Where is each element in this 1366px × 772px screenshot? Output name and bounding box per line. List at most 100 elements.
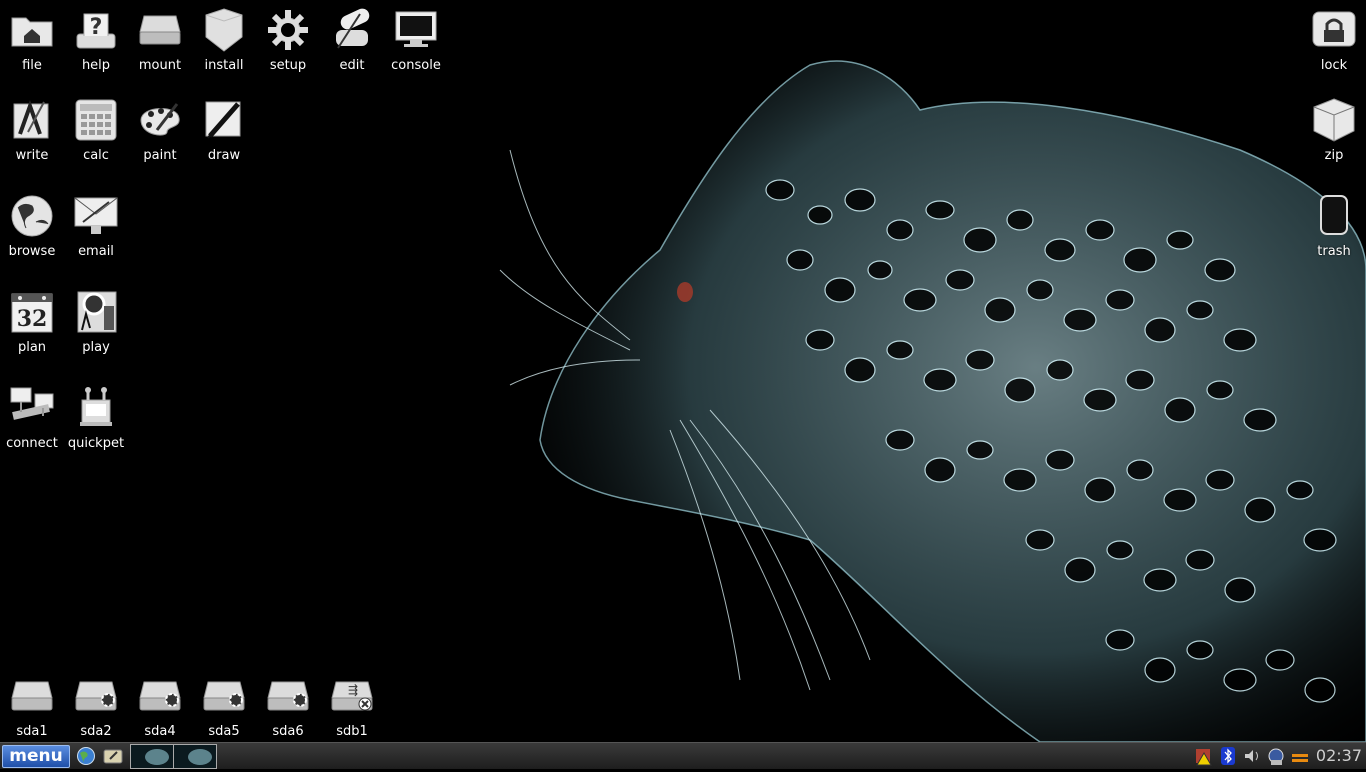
drive-icon	[136, 6, 184, 54]
desktop-icon-sda6[interactable]: sda6	[256, 666, 320, 742]
desktop-icon-label: quickpet	[67, 436, 125, 451]
desktop-icon-label: sda1	[16, 724, 48, 739]
volume-icon[interactable]	[1242, 745, 1262, 767]
desktop-icon-label: sda2	[80, 724, 112, 739]
help-icon: ?	[72, 6, 120, 54]
wallpaper-leopard	[499, 60, 1366, 742]
desktop-icon-paint[interactable]: paint	[128, 90, 192, 174]
wallpaper-spot	[1304, 677, 1336, 703]
wallpaper-spot	[1186, 640, 1214, 660]
wallpaper-spot	[807, 205, 833, 225]
desktop-icon-label: calc	[83, 148, 109, 163]
desktop-icon-lock[interactable]: lock	[1302, 0, 1366, 84]
desktop-icon-label: play	[82, 340, 110, 355]
warning-icon[interactable]	[1194, 745, 1214, 767]
desktop-icon-label: paint	[143, 148, 177, 163]
wallpaper-spot	[1106, 540, 1134, 560]
wallpaper-spot	[1105, 629, 1135, 651]
desktop-icon-draw[interactable]: draw	[192, 90, 256, 174]
clock[interactable]: 02:37	[1316, 745, 1362, 767]
desktop-icon-file[interactable]: file	[0, 0, 64, 84]
wallpaper-spot	[1265, 649, 1295, 671]
wallpaper-spot	[945, 269, 975, 291]
wallpaper-spot	[1026, 279, 1054, 301]
desktop: file? help mount install setup edit console wri…	[0, 0, 1366, 742]
taskbar-window-1[interactable]	[130, 744, 174, 769]
desktop-icon-calc[interactable]: calc	[64, 90, 128, 174]
desktop-icon-trash[interactable]: trash	[1302, 186, 1366, 270]
desktop-icon-sda5[interactable]: sda5	[192, 666, 256, 742]
desktop-icon-label: connect	[6, 436, 58, 451]
wallpaper-spot	[1143, 568, 1177, 592]
wallpaper-spot	[885, 429, 915, 451]
media-player-icon	[72, 288, 120, 336]
zip-box-icon	[1310, 96, 1358, 144]
desktop-icon-zip[interactable]: zip	[1302, 90, 1366, 174]
desktop-icon-edit[interactable]: edit	[320, 0, 384, 84]
desktop-icon-sda4[interactable]: sda4	[128, 666, 192, 742]
desktop-icon-label: help	[81, 58, 111, 73]
wallpaper-spot	[1144, 657, 1176, 683]
desktop-icon-label: mount	[138, 58, 182, 73]
desktop-icon-label: sda4	[144, 724, 176, 739]
wallpaper-spot	[984, 297, 1016, 323]
write-icon	[8, 96, 56, 144]
wallpaper-spot	[1223, 668, 1257, 692]
wallpaper-spot	[1006, 209, 1034, 231]
battery-icon[interactable]	[1290, 745, 1310, 767]
wallpaper-spot	[1046, 359, 1074, 381]
wallpaper-spot	[1205, 469, 1235, 491]
svg-text:⇶: ⇶	[348, 683, 358, 697]
desktop-icon-connect[interactable]: connect	[0, 378, 64, 462]
desktop-icon-play[interactable]: play	[64, 282, 128, 366]
desktop-icon-label: zip	[1324, 148, 1344, 163]
wallpaper-spot	[963, 227, 997, 253]
wallpaper-spot	[1164, 397, 1196, 423]
wallpaper-spot	[1186, 300, 1214, 320]
desktop-icon-install[interactable]: install	[192, 0, 256, 84]
wallpaper-spot	[824, 277, 856, 303]
wallpaper-spot	[1025, 529, 1055, 551]
desktop-icon-label: sda5	[208, 724, 240, 739]
desktop-icon-label: setup	[269, 58, 307, 73]
desktop-icon-browse[interactable]: browse	[0, 186, 64, 270]
folder-home-icon	[8, 6, 56, 54]
email-icon	[72, 192, 120, 240]
desktop-icon-console[interactable]: console	[384, 0, 448, 84]
desktop-icon-sda2[interactable]: sda2	[64, 666, 128, 742]
wallpaper-spot	[1044, 238, 1076, 262]
wallpaper-spot	[1185, 549, 1215, 571]
desktop-icon-label: trash	[1317, 244, 1351, 259]
desktop-icon-label: install	[204, 58, 244, 73]
menu-button[interactable]: menu	[2, 745, 70, 768]
network-status-icon[interactable]	[1266, 745, 1286, 767]
edit-quill-icon	[328, 6, 376, 54]
wallpaper-spot	[1045, 449, 1075, 471]
desktop-icon-help[interactable]: ? help	[64, 0, 128, 84]
calendar-day-label: 32	[17, 306, 48, 332]
desktop-icon-label: sda6	[272, 724, 304, 739]
wallpaper-spot	[1243, 408, 1277, 432]
bluetooth-icon[interactable]	[1218, 745, 1238, 767]
desktop-icon-sdb1[interactable]: ⇶ sdb1	[320, 666, 384, 742]
desktop-icon-setup[interactable]: setup	[256, 0, 320, 84]
quickpet-icon	[72, 384, 120, 432]
wallpaper-spot	[925, 200, 955, 220]
browser-launcher-icon[interactable]	[75, 746, 97, 766]
desktop-icon-quickpet[interactable]: quickpet	[64, 378, 128, 462]
desktop-icon-plan[interactable]: 32 plan	[0, 282, 64, 366]
wallpaper-spot	[1166, 230, 1194, 250]
file-manager-launcher-icon[interactable]	[102, 746, 124, 766]
desktop-icon-write[interactable]: write	[0, 90, 64, 174]
desktop-icon-mount[interactable]: mount	[128, 0, 192, 84]
wallpaper-spot	[844, 357, 876, 383]
taskbar-window-2[interactable]	[173, 744, 217, 769]
wallpaper-spot	[965, 349, 995, 371]
globe-icon	[8, 192, 56, 240]
wallpaper-spot	[1204, 258, 1236, 282]
desktop-icon-sda1[interactable]: sda1	[0, 666, 64, 742]
wallpaper-spot	[1004, 377, 1036, 403]
wallpaper-spot	[1223, 328, 1257, 352]
desktop-icon-label: edit	[339, 58, 365, 73]
desktop-icon-email[interactable]: email	[64, 186, 128, 270]
